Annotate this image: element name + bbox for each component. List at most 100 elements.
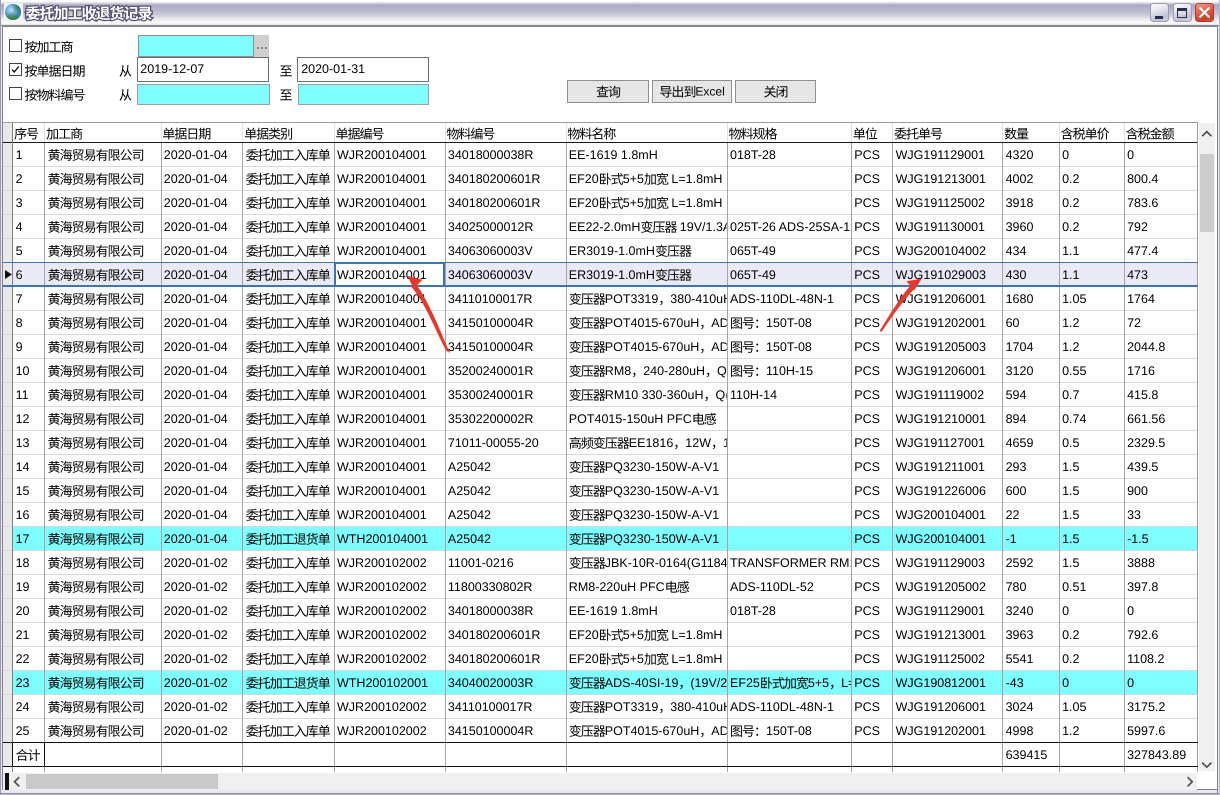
svg-text:PCS: PCS	[854, 460, 880, 474]
svg-text:WJR200104001: WJR200104001	[337, 292, 427, 306]
svg-text:2020-01-04: 2020-01-04	[164, 316, 228, 330]
svg-text:3888: 3888	[1127, 556, 1155, 570]
svg-text:WJG191202001: WJG191202001	[896, 724, 986, 738]
svg-text:327843.89: 327843.89	[1127, 748, 1186, 762]
svg-text:2020-01-04: 2020-01-04	[164, 220, 228, 234]
svg-text:20: 20	[16, 604, 30, 618]
svg-text:6: 6	[16, 268, 23, 282]
svg-text:WJR200102002: WJR200102002	[337, 628, 427, 642]
svg-text:1.5: 1.5	[1062, 556, 1079, 570]
svg-text:2020-01-04: 2020-01-04	[164, 388, 228, 402]
svg-text:PCS: PCS	[854, 412, 880, 426]
svg-text:WJR200104001: WJR200104001	[337, 172, 427, 186]
svg-text:WJR200102002: WJR200102002	[337, 556, 427, 570]
svg-text:34110100017R: 34110100017R	[448, 700, 533, 714]
svg-text:894: 894	[1006, 412, 1027, 426]
svg-text:WJG191213001: WJG191213001	[896, 628, 986, 642]
svg-text:2020-01-02: 2020-01-02	[164, 724, 228, 738]
svg-text:1.5: 1.5	[1062, 532, 1079, 546]
svg-text:TRANSFORMER RM10,: TRANSFORMER RM10,	[730, 556, 867, 570]
svg-text:2: 2	[16, 172, 23, 186]
svg-text:477.4: 477.4	[1127, 244, 1158, 258]
svg-text:2044.8: 2044.8	[1127, 340, 1165, 354]
svg-text:2592: 2592	[1006, 556, 1034, 570]
svg-text:WJG191210001: WJG191210001	[896, 412, 986, 426]
svg-text:792.6: 792.6	[1127, 628, 1158, 642]
svg-text:25: 25	[16, 724, 30, 738]
svg-text:8: 8	[16, 316, 23, 330]
svg-text:2020-01-04: 2020-01-04	[164, 196, 228, 210]
svg-text:3960: 3960	[1006, 220, 1034, 234]
svg-text:2020-01-02: 2020-01-02	[164, 700, 228, 714]
svg-text:WJR200104001: WJR200104001	[337, 436, 427, 450]
svg-text:639415: 639415	[1006, 748, 1048, 762]
svg-text:7: 7	[16, 292, 23, 306]
svg-text:17: 17	[16, 532, 30, 546]
svg-text:19: 19	[16, 580, 30, 594]
svg-text:1764: 1764	[1127, 292, 1155, 306]
svg-text:WJG191205003: WJG191205003	[896, 340, 986, 354]
svg-text:2020-01-04: 2020-01-04	[164, 172, 228, 186]
svg-text:1.1: 1.1	[1062, 244, 1079, 258]
svg-text:065T-49: 065T-49	[730, 244, 776, 258]
svg-text:1: 1	[16, 148, 23, 162]
svg-text:12: 12	[16, 412, 30, 426]
svg-text:3963: 3963	[1006, 628, 1034, 642]
svg-text:2020-01-04: 2020-01-04	[164, 532, 228, 546]
svg-text:340180200601R: 340180200601R	[448, 652, 540, 666]
svg-text:71011-00055-20: 71011-00055-20	[448, 436, 539, 450]
svg-text:34150100004R: 34150100004R	[448, 724, 534, 738]
svg-text:34018000038R: 34018000038R	[448, 604, 534, 618]
svg-text:780: 780	[1006, 580, 1027, 594]
svg-text:WJG191125002: WJG191125002	[896, 652, 985, 666]
svg-text:16: 16	[16, 508, 30, 522]
svg-text:293: 293	[1006, 460, 1027, 474]
svg-text:3240: 3240	[1006, 604, 1034, 618]
svg-text:WJR200102002: WJR200102002	[337, 580, 427, 594]
svg-text:PCS: PCS	[854, 484, 880, 498]
svg-text:WJG191130001: WJG191130001	[896, 220, 985, 234]
svg-text:1.1: 1.1	[1062, 268, 1079, 282]
svg-text:PCS: PCS	[854, 268, 880, 282]
svg-text:2020-01-04: 2020-01-04	[164, 292, 228, 306]
svg-text:110H-14: 110H-14	[730, 388, 777, 402]
svg-text:025T-26 ADS-25SA-19W: 025T-26 ADS-25SA-19W	[730, 220, 869, 234]
svg-text:13: 13	[16, 436, 30, 450]
svg-text:PCS: PCS	[854, 508, 880, 522]
svg-text:35200240001R: 35200240001R	[448, 364, 534, 378]
svg-text:WJG191226006: WJG191226006	[896, 484, 986, 498]
svg-text:2020-01-04: 2020-01-04	[164, 436, 228, 450]
svg-text:11: 11	[16, 388, 29, 402]
svg-text:PCS: PCS	[854, 580, 880, 594]
svg-text:340180200601R: 340180200601R	[448, 172, 540, 186]
svg-text:WJG191129001: WJG191129001	[896, 148, 985, 162]
svg-text:340180200601R: 340180200601R	[448, 196, 540, 210]
svg-text:PCS: PCS	[854, 148, 880, 162]
svg-text:1716: 1716	[1127, 364, 1155, 378]
svg-text:340180200601R: 340180200601R	[448, 628, 540, 642]
svg-text:2020-01-04: 2020-01-04	[164, 268, 228, 282]
svg-text:21: 21	[16, 628, 30, 642]
svg-text:WJR200104001: WJR200104001	[337, 412, 427, 426]
svg-text:4: 4	[16, 220, 23, 234]
svg-text:PCS: PCS	[854, 196, 880, 210]
svg-text:439.5: 439.5	[1127, 460, 1158, 474]
svg-text:PCS: PCS	[854, 340, 880, 354]
svg-text:WJR200104001: WJR200104001	[337, 364, 427, 378]
svg-text:2020-01-04: 2020-01-04	[164, 340, 228, 354]
svg-text:0: 0	[1062, 604, 1069, 618]
svg-text:14: 14	[16, 460, 30, 474]
svg-text:ADS-110DL-52: ADS-110DL-52	[730, 580, 814, 594]
svg-text:3120: 3120	[1006, 364, 1034, 378]
svg-text:018T-28: 018T-28	[730, 604, 776, 618]
svg-text:A25042: A25042	[448, 460, 491, 474]
svg-text:WJG200104001: WJG200104001	[896, 508, 986, 522]
svg-text:2020-01-31: 2020-01-31	[301, 62, 365, 76]
svg-text:18: 18	[16, 556, 30, 570]
svg-text:WJG191129003: WJG191129003	[896, 556, 985, 570]
svg-text:34025000012R: 34025000012R	[448, 220, 534, 234]
svg-text:WJG191127001: WJG191127001	[896, 436, 985, 450]
svg-text:-1: -1	[1006, 532, 1017, 546]
svg-text:661.56: 661.56	[1127, 412, 1165, 426]
svg-text:WJR200104001: WJR200104001	[337, 484, 427, 498]
